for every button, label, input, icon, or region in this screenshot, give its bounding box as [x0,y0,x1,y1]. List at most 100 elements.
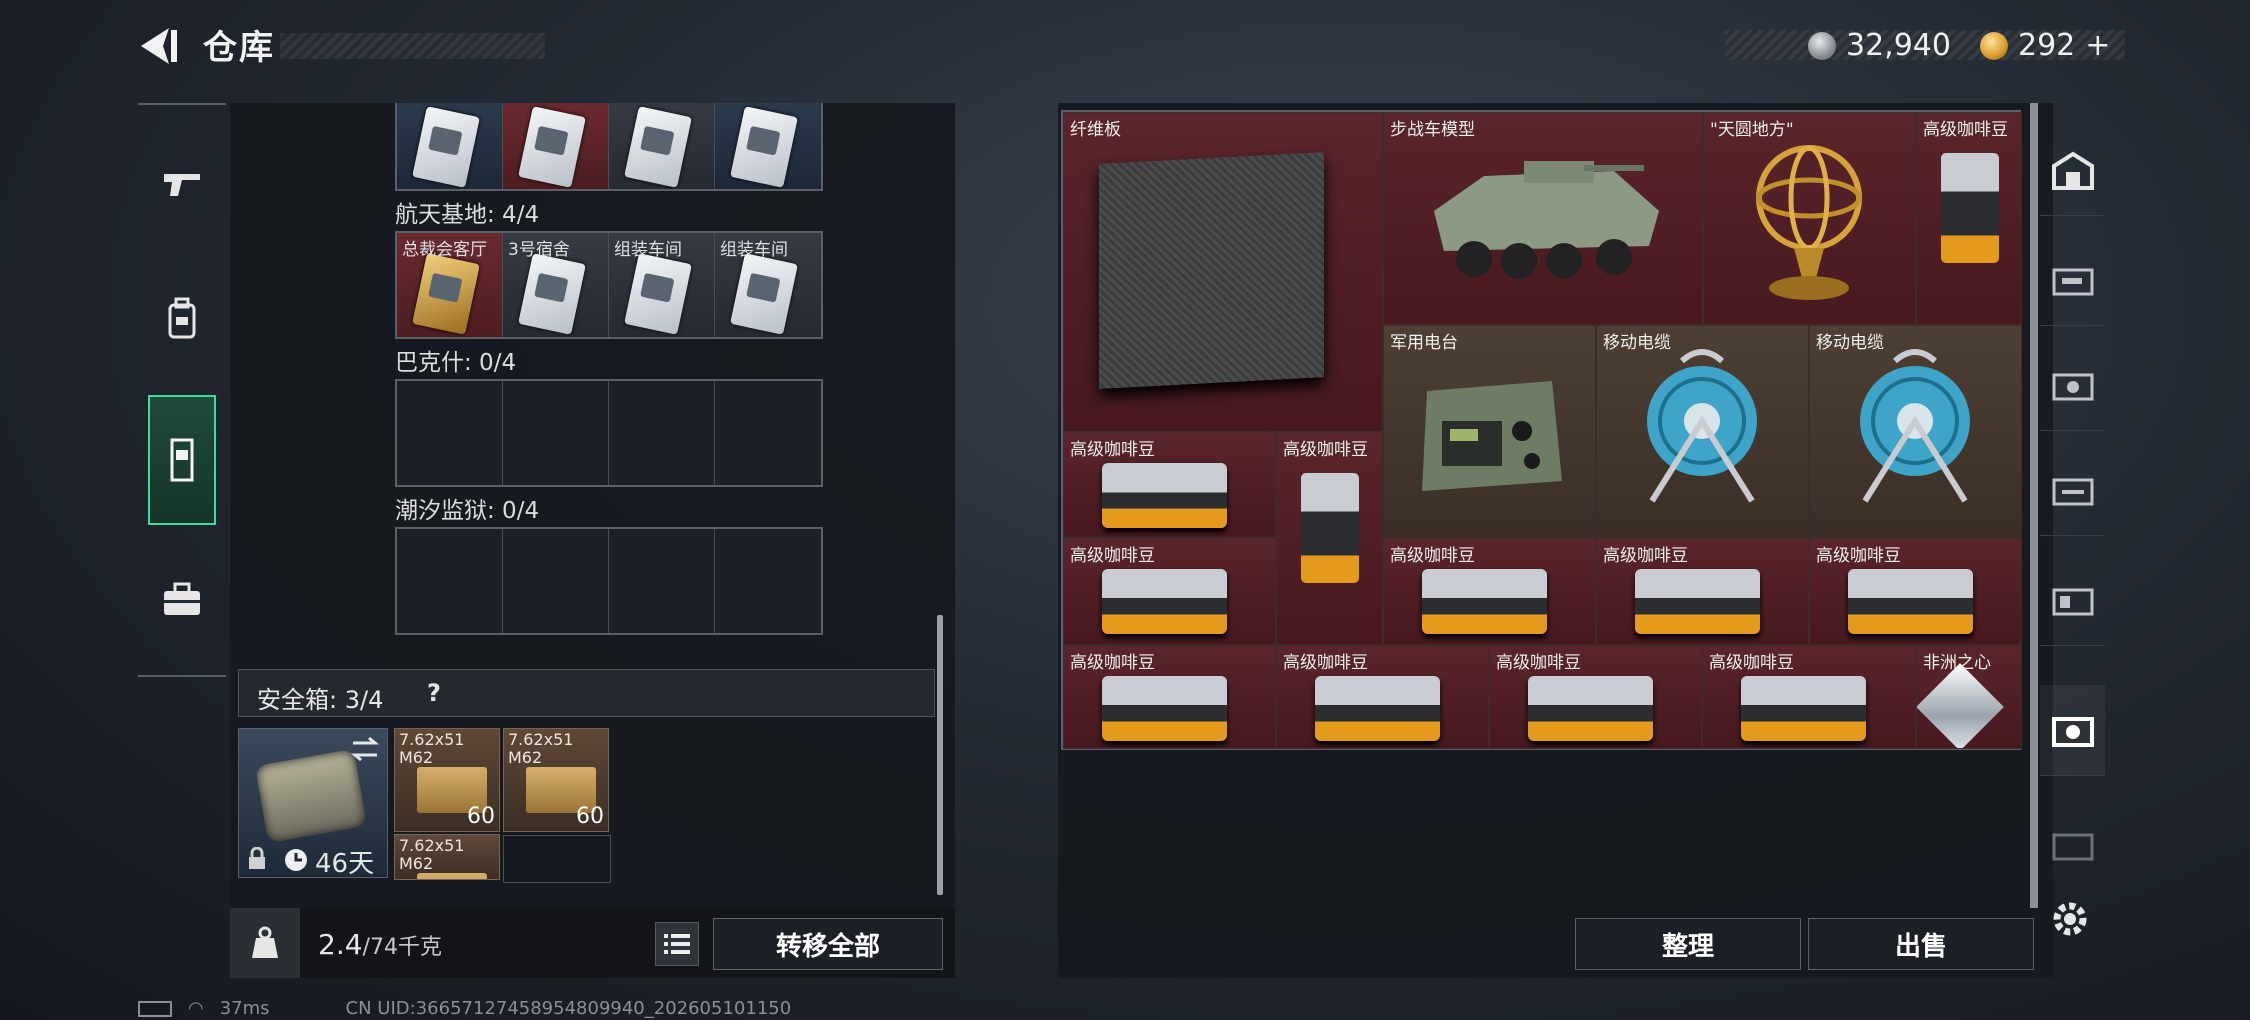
list-icon [664,934,690,954]
keycard-slot[interactable] [397,103,503,189]
keycard-slot[interactable] [715,103,821,189]
inventory-footer: 2.4/74千克 转移全部 [230,908,955,978]
empty-slot[interactable] [609,381,715,485]
keycard-icon [624,253,692,335]
item-coffee[interactable]: 高级咖啡豆 [1809,538,2022,645]
ammo-slot[interactable]: 7.62x51 M62 60 [503,728,609,832]
item-diamond[interactable]: 非洲之心 [1916,645,2022,749]
coffee-bag-icon [1301,473,1359,583]
stash-tab-3[interactable] [2040,340,2105,431]
stash-level-icon [2051,717,2094,747]
sell-button[interactable]: 出售 [1808,918,2034,970]
stash-tab-2[interactable] [2040,235,2105,326]
help-button[interactable]: ? [427,679,441,707]
item-name: 高级咖啡豆 [1283,653,1368,673]
back-button[interactable] [135,22,183,70]
keycard-slot[interactable]: 3号宿舍 [503,233,609,337]
add-currency-button[interactable]: + [2085,28,2110,63]
item-military-radio[interactable]: 军用电台 [1383,325,1596,538]
keycard-name: 3号宿舍 [508,240,570,260]
keycard-slot[interactable] [609,103,715,189]
silver-coin-icon [1808,31,1836,60]
ammo-name: 7.62x51 M62 [508,730,574,767]
stash-tab-1[interactable] [2040,125,2105,216]
rail-vest[interactable] [148,395,216,525]
empty-slot[interactable] [715,529,821,633]
coffee-bag-icon [1422,569,1547,634]
rail-case[interactable] [148,555,216,643]
coffee-bag-icon [1102,676,1227,741]
rail-weapons[interactable] [148,140,216,228]
cable-reel-icon [1860,349,1970,503]
keycard-slot[interactable]: 组装车间 [609,233,715,337]
item-fiber-board[interactable]: 纤维板 [1063,112,1383,432]
item-name: 步战车模型 [1390,120,1475,140]
coffee-bag-icon [1102,569,1227,634]
item-name: 高级咖啡豆 [1709,653,1794,673]
vest-icon [170,438,194,482]
item-coffee[interactable]: 高级咖啡豆 [1276,645,1489,749]
safebox-icon [254,748,368,844]
item-name: 非洲之心 [1923,653,1991,673]
weight-lock-button[interactable] [230,908,300,978]
item-coffee[interactable]: 高级咖啡豆 [1063,432,1276,538]
ammo-quantity: 60 [467,804,495,829]
inventory-scrollbar[interactable] [937,615,943,895]
safebox-container[interactable]: 46天 [238,728,388,879]
gold-currency[interactable]: 292 + [1980,28,2110,63]
item-ifv-model[interactable]: 步战车模型 [1383,112,1703,325]
item-name: 高级咖啡豆 [1283,440,1368,460]
keycard-slot[interactable]: 总裁会客厅 [397,233,503,337]
settings-button[interactable] [2048,897,2092,945]
ammo-name: 7.62x51 M62 [399,836,465,873]
keycard-slot[interactable]: 组装车间 [715,233,821,337]
stash-tab-4[interactable] [2040,445,2105,536]
keycard-row-bakhsh [395,379,823,487]
item-cable-reel[interactable]: 移动电缆 [1596,325,1809,538]
item-globe[interactable]: "天圆地方" [1703,112,1916,325]
page-title: 仓库 [203,28,275,68]
item-coffee[interactable]: 高级咖啡豆 [1276,432,1383,645]
stash-tab-5[interactable] [2040,555,2105,646]
item-coffee[interactable]: 高级咖啡豆 [1596,538,1809,645]
empty-slot[interactable] [397,381,503,485]
uid-text: CN UID:366571274589548099​40_20260510115… [345,998,792,1019]
item-name: 高级咖啡豆 [1923,120,2008,140]
item-coffee[interactable]: 高级咖啡豆 [1063,538,1276,645]
wifi-icon: ◠ [188,998,204,1019]
stash-scrollbar[interactable] [2030,103,2038,908]
empty-slot[interactable] [609,529,715,633]
swap-icon[interactable] [349,735,381,763]
section-label-space-base: 航天基地: 4/4 [395,202,540,228]
list-view-button[interactable] [655,922,699,966]
ammo-quantity: 60 [576,804,604,829]
empty-slot[interactable] [503,835,611,883]
keycard-slot[interactable] [503,103,609,189]
item-coffee[interactable]: 高级咖啡豆 [1383,538,1596,645]
ammo-slot[interactable]: 7.62x51 M62 60 [394,728,500,832]
item-name: 高级咖啡豆 [1070,440,1155,460]
item-coffee[interactable]: 高级咖啡豆 [1063,645,1276,749]
empty-slot[interactable] [397,529,503,633]
stash-grid: 纤维板 步战车模型 "天圆地方" 高级咖啡豆 军用电台 移动电缆 移动电缆 高级… [1061,110,2022,750]
briefcase-icon [164,582,200,615]
item-name: 军用电台 [1390,333,1458,353]
empty-slot[interactable] [715,381,821,485]
cable-reel-icon [1647,349,1757,503]
transfer-all-button[interactable]: 转移全部 [713,918,943,970]
item-cable-reel[interactable]: 移动电缆 [1809,325,2022,538]
gun-icon [164,174,200,196]
gold-coin-icon [1980,31,2008,60]
ammo-box-icon [417,873,487,879]
armillary-sphere-icon [1756,145,1862,300]
stash-tab-6[interactable] [2040,685,2105,776]
item-coffee[interactable]: 高级咖啡豆 [1489,645,1702,749]
stash-tab-7[interactable] [2040,800,2105,890]
empty-slot[interactable] [503,529,609,633]
ammo-slot[interactable]: 7.62x51 M62 [394,834,500,880]
item-coffee[interactable]: 高级咖啡豆 [1916,112,2022,325]
rail-backpack[interactable] [148,275,216,363]
item-coffee[interactable]: 高级咖啡豆 [1702,645,1916,749]
empty-slot[interactable] [503,381,609,485]
organize-button[interactable]: 整理 [1575,918,1801,970]
